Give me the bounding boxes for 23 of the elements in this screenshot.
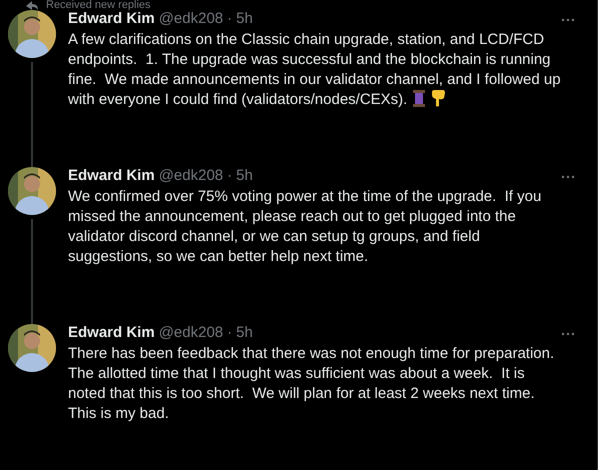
tweet-text: There has been feedback that there was not enough time for preparation. The allotted time that I thought was sufficient was about a week. It is noted that this is too short. We will plan for at least 2 weeks next time. This is my bad. <box>68 345 556 422</box>
separator-dot: · <box>227 10 232 27</box>
tweet-time[interactable]: 5h <box>236 10 253 27</box>
tweet-time[interactable]: 5h <box>236 324 253 341</box>
tweet-text: We confirmed over 75% voting power at the time of the upgrade. If you missed the announcement, please reach out to get plugged into the validator discord channel, or we can setup tg groups, and field suggestions, so we can better help next time. <box>68 188 542 265</box>
reply-icon <box>26 0 38 10</box>
author-name[interactable]: Edward Kim <box>68 324 155 341</box>
author-name[interactable]: Edward Kim <box>68 10 155 27</box>
tweet-time[interactable]: 5h <box>236 167 253 184</box>
more-icon[interactable] <box>561 332 575 336</box>
separator-dot: · <box>227 167 232 184</box>
avatar[interactable] <box>8 324 56 372</box>
avatar[interactable] <box>8 167 56 215</box>
author-handle[interactable]: @edk208 <box>158 324 224 341</box>
author-handle[interactable]: @edk208 <box>158 10 224 27</box>
more-icon[interactable] <box>561 175 575 179</box>
author-name[interactable]: Edward Kim <box>68 167 155 184</box>
tweet-text: A few clarifications on the Classic chain upgrade, station, and LCD/FCD endpoints. 1. The upgrade was successful and the blockchain is running fine. We made announcements in our validator channel, and I followed up with everyone I could find (validators/nodes/CEXs). <box>68 31 562 108</box>
avatar[interactable] <box>8 10 56 58</box>
separator-dot: · <box>227 324 232 341</box>
more-icon[interactable] <box>561 18 575 22</box>
notice-text: Received new replies <box>46 0 151 10</box>
author-handle[interactable]: @edk208 <box>158 167 224 184</box>
